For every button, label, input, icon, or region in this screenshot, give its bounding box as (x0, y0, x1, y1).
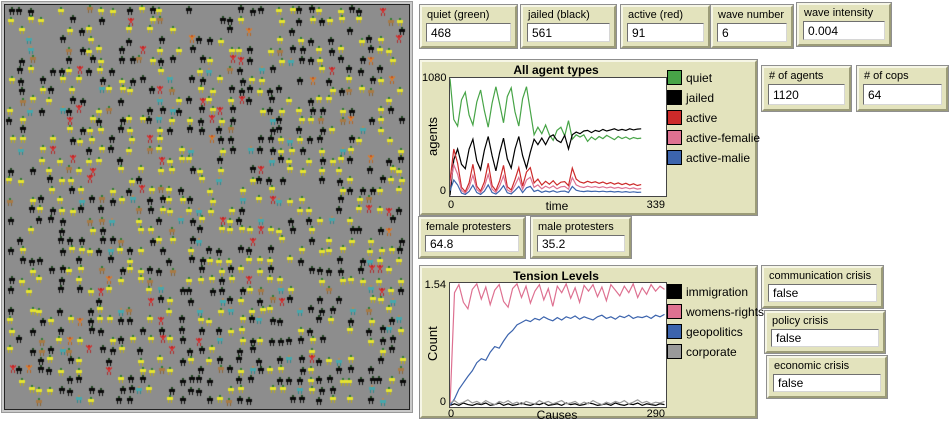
legend-item-quiet: quiet (667, 70, 760, 85)
agents-chart-lines (450, 78, 666, 196)
legend-label: immigration (686, 285, 748, 299)
monitor-value: 0.004 (803, 21, 885, 40)
monitor-value: false (773, 374, 881, 392)
monitor-value: false (768, 284, 877, 302)
legend-swatch (667, 90, 682, 105)
y-axis-title: agents (425, 77, 440, 195)
monitor-label: economic crisis (774, 360, 885, 372)
legend-swatch (667, 304, 682, 319)
monitor-value: 64.8 (425, 235, 519, 252)
monitor-label: policy crisis (772, 315, 883, 327)
legend-label: womens-rights (686, 305, 764, 319)
plot-canvas (449, 282, 667, 408)
world-view (2, 2, 412, 412)
monitor-quiet-green: quiet (green) 468 (420, 5, 517, 48)
plot-title: Tension Levels (447, 269, 665, 283)
monitor-policy-crisis: policy crisis false (765, 311, 885, 353)
legend-item-active: active (667, 110, 760, 125)
monitor-label: # of cops (864, 70, 946, 82)
legend-label: jailed (686, 91, 714, 105)
legend-swatch (667, 150, 682, 165)
monitor-value: 1120 (768, 84, 845, 105)
monitor-num-agents: # of agents 1120 (762, 66, 851, 111)
monitor-value: 64 (863, 84, 942, 105)
monitor-label: active (red) (628, 9, 708, 21)
legend-label: active (686, 111, 717, 125)
monitor-label: quiet (green) (427, 9, 515, 21)
monitor-communication-crisis: communication crisis false (762, 266, 883, 308)
monitor-num-cops: # of cops 64 (857, 66, 948, 111)
monitor-value: 35.2 (537, 235, 625, 252)
series-line-active (450, 149, 641, 192)
legend-swatch (667, 130, 682, 145)
monitor-wave-number: wave number 6 (711, 5, 793, 48)
monitor-label: # of agents (769, 70, 849, 82)
y-axis-min-label: 0 (430, 185, 446, 197)
legend-swatch (667, 284, 682, 299)
monitor-value: 6 (717, 23, 787, 42)
legend-item-corporate: corporate (667, 344, 764, 359)
y-axis-title: Count (425, 282, 440, 406)
legend-label: active-malie (686, 151, 750, 165)
legend-item-geopolitics: geopolitics (667, 324, 764, 339)
monitor-wave-intensity: wave intensity 0.004 (797, 3, 891, 46)
legend-swatch (667, 70, 682, 85)
plot-title: All agent types (447, 63, 665, 77)
monitor-value: 468 (426, 23, 511, 42)
monitor-label: wave number (718, 9, 791, 21)
monitor-active-red: active (red) 91 (621, 5, 710, 48)
plot-canvas (449, 77, 667, 197)
plot-all-agent-types: All agent types 1080 agents 0 0 time 339… (420, 60, 757, 215)
tension-chart-lines (450, 283, 666, 407)
monitor-value: 91 (627, 23, 704, 42)
monitor-label: communication crisis (769, 270, 881, 282)
monitor-value: 561 (527, 23, 610, 42)
monitor-label: male protesters (538, 221, 629, 233)
monitor-jailed-black: jailed (black) 561 (521, 5, 616, 48)
plot-legend: quiet jailed active active-femalie active-ma… (667, 70, 760, 170)
legend-label: quiet (686, 71, 712, 85)
legend-item-womens-rights: womens-rights (667, 304, 764, 319)
legend-item-active-malie: active-malie (667, 150, 760, 165)
x-axis-max-label: 339 (615, 199, 665, 211)
series-line-quiet (450, 79, 641, 142)
monitor-label: wave intensity (804, 7, 889, 19)
legend-label: active-femalie (686, 131, 760, 145)
monitor-female-protesters: female protesters 64.8 (419, 217, 525, 258)
legend-item-jailed: jailed (667, 90, 760, 105)
plot-tension-levels: Tension Levels 1.54 Count 0 0 Causes 290… (420, 266, 757, 418)
monitor-label: female protesters (426, 221, 523, 233)
x-axis-max-label: 290 (615, 408, 665, 420)
series-line-geopolitics (450, 314, 665, 405)
plot-legend: immigration womens-rights geopolitics corpo… (667, 284, 764, 364)
monitor-male-protesters: male protesters 35.2 (531, 217, 631, 258)
legend-item-active-femalie: active-femalie (667, 130, 760, 145)
netlogo-interface: quiet (green) 468 jailed (black) 561 act… (0, 0, 949, 429)
y-axis-min-label: 0 (430, 396, 446, 408)
series-line-womens-rights (450, 284, 665, 407)
world-canvas (5, 5, 407, 407)
monitor-value: false (771, 329, 879, 347)
legend-swatch (667, 324, 682, 339)
legend-label: corporate (686, 345, 737, 359)
monitor-label: jailed (black) (528, 9, 614, 21)
legend-swatch (667, 110, 682, 125)
legend-label: geopolitics (686, 325, 743, 339)
monitor-economic-crisis: economic crisis false (767, 356, 887, 398)
legend-item-immigration: immigration (667, 284, 764, 299)
legend-swatch (667, 344, 682, 359)
